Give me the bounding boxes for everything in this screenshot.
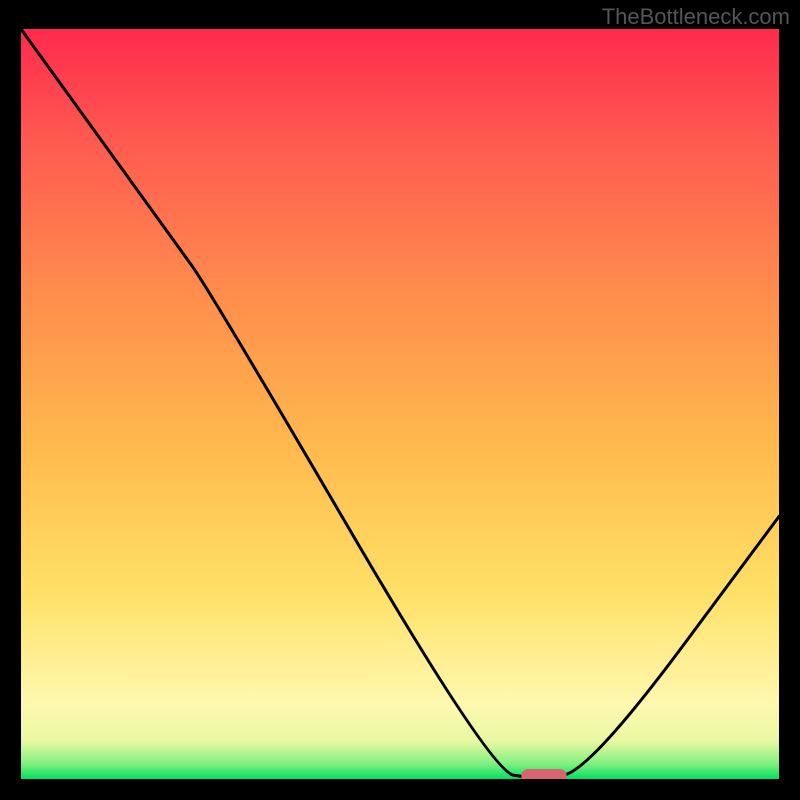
watermark-text: TheBottleneck.com: [602, 4, 790, 30]
chart-svg: [21, 29, 779, 779]
gradient-background: [21, 29, 779, 779]
chart-plot-area: [21, 29, 779, 779]
optimal-marker: [521, 769, 566, 779]
